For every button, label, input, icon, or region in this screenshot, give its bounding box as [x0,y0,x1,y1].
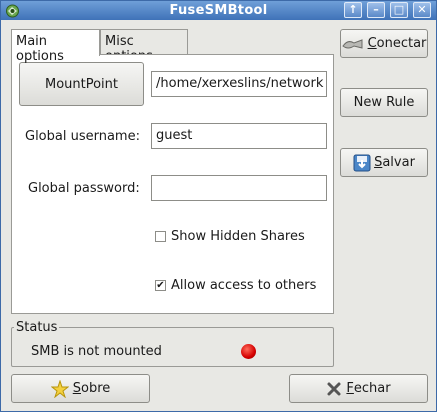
connect-button[interactable]: Conectar [340,29,428,58]
username-label: Global username: [25,129,140,144]
about-button[interactable]: Sobre [11,374,150,403]
status-indicator-led [241,344,256,359]
about-mnemonic: S [72,381,81,396]
show-hidden-shares-checkbox[interactable] [155,231,166,242]
title-bar[interactable]: FuseSMBtool ↑ – □ ✕ [1,1,436,20]
password-input[interactable] [151,175,327,201]
status-title: Status [14,320,60,335]
allow-access-checkbox[interactable]: ✔ [155,280,166,291]
tab-main-options-label: Main options [16,34,64,64]
mountpoint-button-label: MountPoint [44,76,119,92]
star-icon [50,379,69,398]
password-label: Global password: [28,181,140,196]
tab-misc-options[interactable]: Misc options [100,29,188,64]
username-input[interactable]: guest [151,123,327,149]
close-button[interactable]: Fechar [289,374,428,403]
plug-icon [341,37,364,51]
fusesmbtool-window: FuseSMBtool ↑ – □ ✕ Main options Misc op… [0,0,437,412]
window-maximize-button[interactable]: □ [390,2,408,18]
close-mnemonic: F [346,381,354,396]
mountpoint-input[interactable]: /home/xerxeslins/network [151,71,327,97]
save-label-rest: alvar [382,155,415,170]
connect-mnemonic: C [367,36,377,51]
save-mnemonic: S [374,155,383,170]
floppy-disk-icon [353,154,371,172]
close-label-rest: echar [353,381,391,396]
mountpoint-button[interactable]: MountPoint [19,62,144,106]
close-x-icon [326,381,342,397]
save-button[interactable]: Salvar [340,148,428,177]
window-minimize-button[interactable]: – [367,2,385,18]
status-text: SMB is not mounted [31,344,162,359]
allow-access-label[interactable]: Allow access to others [171,278,316,293]
new-rule-button[interactable]: New Rule [340,88,428,117]
window-up-button[interactable]: ↑ [344,2,362,18]
new-rule-label: New Rule [353,95,415,110]
window-close-button[interactable]: ✕ [413,2,431,18]
connect-label-rest: onectar [376,36,427,51]
tab-main-options[interactable]: Main options [11,29,100,64]
about-label-rest: obre [81,381,111,396]
show-hidden-shares-label[interactable]: Show Hidden Shares [171,229,305,244]
